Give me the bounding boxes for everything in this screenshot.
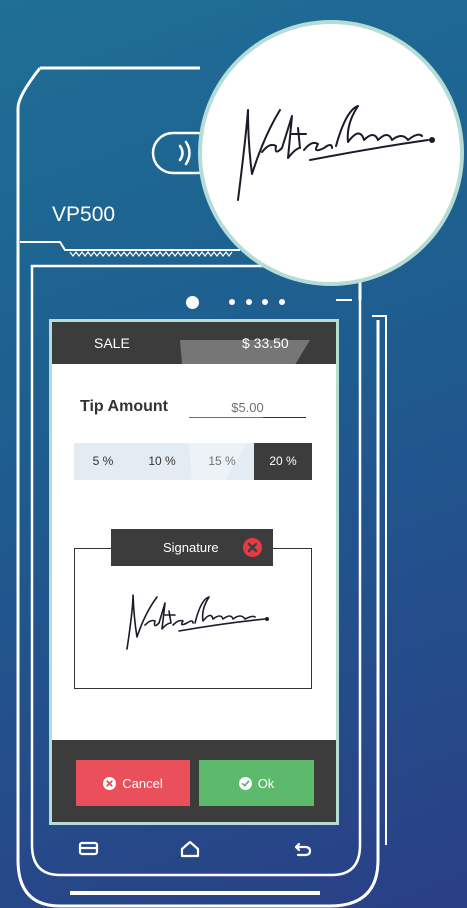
check-circle-icon (238, 776, 252, 790)
tip-amount-label: Tip Amount (80, 398, 168, 415)
action-bar: Cancel Ok (52, 740, 336, 822)
transaction-type: SALE (94, 335, 130, 351)
transaction-header: SALE $ 33.50 (52, 322, 336, 364)
clear-signature-button[interactable] (243, 538, 262, 557)
cancel-button[interactable]: Cancel (76, 760, 190, 806)
tip-option-5[interactable]: 5 % (74, 443, 132, 480)
contactless-icon (178, 140, 191, 166)
signature-image (126, 594, 269, 650)
signature-magnifier (198, 20, 464, 286)
signature-pad[interactable] (74, 548, 312, 689)
tip-option-10[interactable]: 10 % (132, 443, 192, 480)
cancel-label: Cancel (122, 775, 163, 791)
close-circle-icon (103, 776, 117, 790)
ok-label: Ok (257, 775, 275, 791)
ok-button[interactable]: Ok (199, 760, 314, 806)
signature-title: Signature (163, 540, 219, 555)
page-dot-active (186, 296, 199, 309)
tip-amount-input[interactable]: $5.00 (189, 400, 306, 418)
close-icon (247, 542, 258, 553)
transaction-amount: $ 33.50 (242, 335, 289, 351)
tip-option-20[interactable]: 20 % (254, 443, 312, 480)
tip-percent-selector: 5 % 10 % 15 % 20 % (74, 443, 312, 480)
page-dot (229, 299, 235, 305)
device-screen: SALE $ 33.50 Tip Amount $5.00 5 % 10 % 1… (52, 322, 336, 822)
signature-zoom-image (237, 105, 435, 201)
page-dot (279, 299, 285, 305)
page-dot (246, 299, 252, 305)
page-dot (262, 299, 268, 305)
signature-header: Signature (111, 529, 273, 566)
device-brand: VP500 (52, 203, 116, 226)
tip-option-15[interactable]: 15 % (192, 443, 252, 480)
